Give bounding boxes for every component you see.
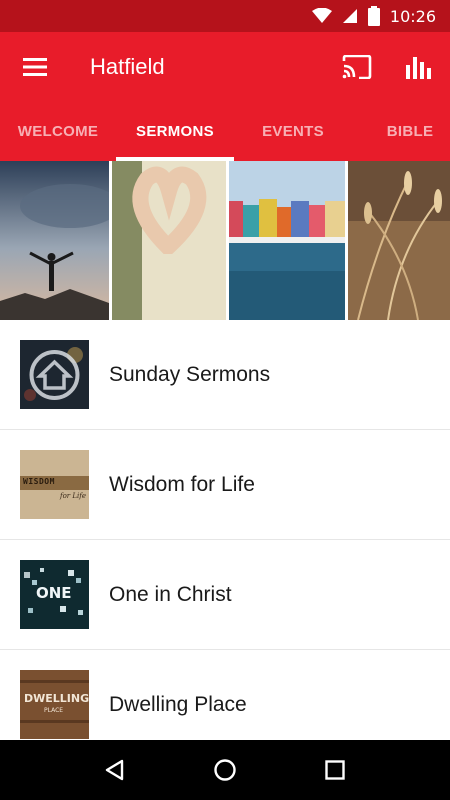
tab-bible[interactable]: BIBLE — [352, 102, 450, 161]
app-bar: Hatfield — [0, 32, 450, 102]
status-time: 10:26 — [389, 6, 436, 26]
recents-icon — [325, 760, 345, 780]
photo-mountain-person[interactable] — [0, 161, 109, 320]
wisdom-for-life-thumbnail: WISDOM for Life — [20, 450, 89, 519]
back-icon — [105, 759, 124, 781]
menu-icon — [23, 58, 47, 76]
thumbnail-title: WISDOM — [23, 477, 55, 486]
tab-events[interactable]: EVENTS — [234, 102, 352, 161]
thumbnail-subtitle: PLACE — [44, 707, 64, 714]
app-title: Hatfield — [90, 54, 165, 79]
photo-harbor[interactable] — [229, 161, 345, 320]
tab-welcome[interactable]: WELCOME — [0, 102, 116, 161]
wifi-icon — [311, 8, 332, 24]
cast-icon — [342, 55, 372, 79]
sermon-title: Wisdom for Life — [109, 472, 255, 496]
thumbnail-title: DWELLING — [24, 692, 89, 705]
sunday-sermons-thumbnail — [20, 340, 89, 409]
thumbnail-title: ONE — [36, 584, 72, 602]
stats-icon — [406, 57, 431, 79]
back-button[interactable] — [85, 740, 145, 800]
home-circle-icon — [214, 759, 236, 781]
sermon-title: One in Christ — [109, 582, 232, 606]
list-item[interactable]: DWELLING PLACE Dwelling Place — [0, 650, 450, 740]
status-bar: 10:26 — [0, 0, 450, 32]
dwelling-place-thumbnail: DWELLING PLACE — [20, 670, 89, 739]
tab-bar: WELCOME SERMONS EVENTS BIBLE — [0, 102, 450, 161]
thumbnail-subtitle: for Life — [60, 492, 86, 500]
photo-wheat[interactable] — [348, 161, 450, 320]
sermon-list: Sunday Sermons WISDOM for Life Wisdom fo… — [0, 320, 450, 740]
home-button[interactable] — [195, 740, 255, 800]
stats-button[interactable] — [388, 32, 450, 102]
recents-button[interactable] — [305, 740, 365, 800]
sermon-title: Dwelling Place — [109, 692, 247, 716]
signal-icon — [342, 8, 358, 24]
battery-icon — [367, 6, 380, 26]
one-in-christ-thumbnail: ONE — [20, 560, 89, 629]
photo-heart-hands[interactable] — [112, 161, 226, 320]
tab-sermons[interactable]: SERMONS — [116, 102, 234, 161]
sermon-title: Sunday Sermons — [109, 362, 271, 386]
list-item[interactable]: WISDOM for Life Wisdom for Life — [0, 430, 450, 540]
cast-button[interactable] — [326, 32, 388, 102]
photo-strip — [0, 161, 450, 320]
list-item[interactable]: Sunday Sermons — [0, 320, 450, 430]
menu-button[interactable] — [0, 32, 70, 102]
list-item[interactable]: ONE One in Christ — [0, 540, 450, 650]
system-nav-bar — [0, 740, 450, 800]
